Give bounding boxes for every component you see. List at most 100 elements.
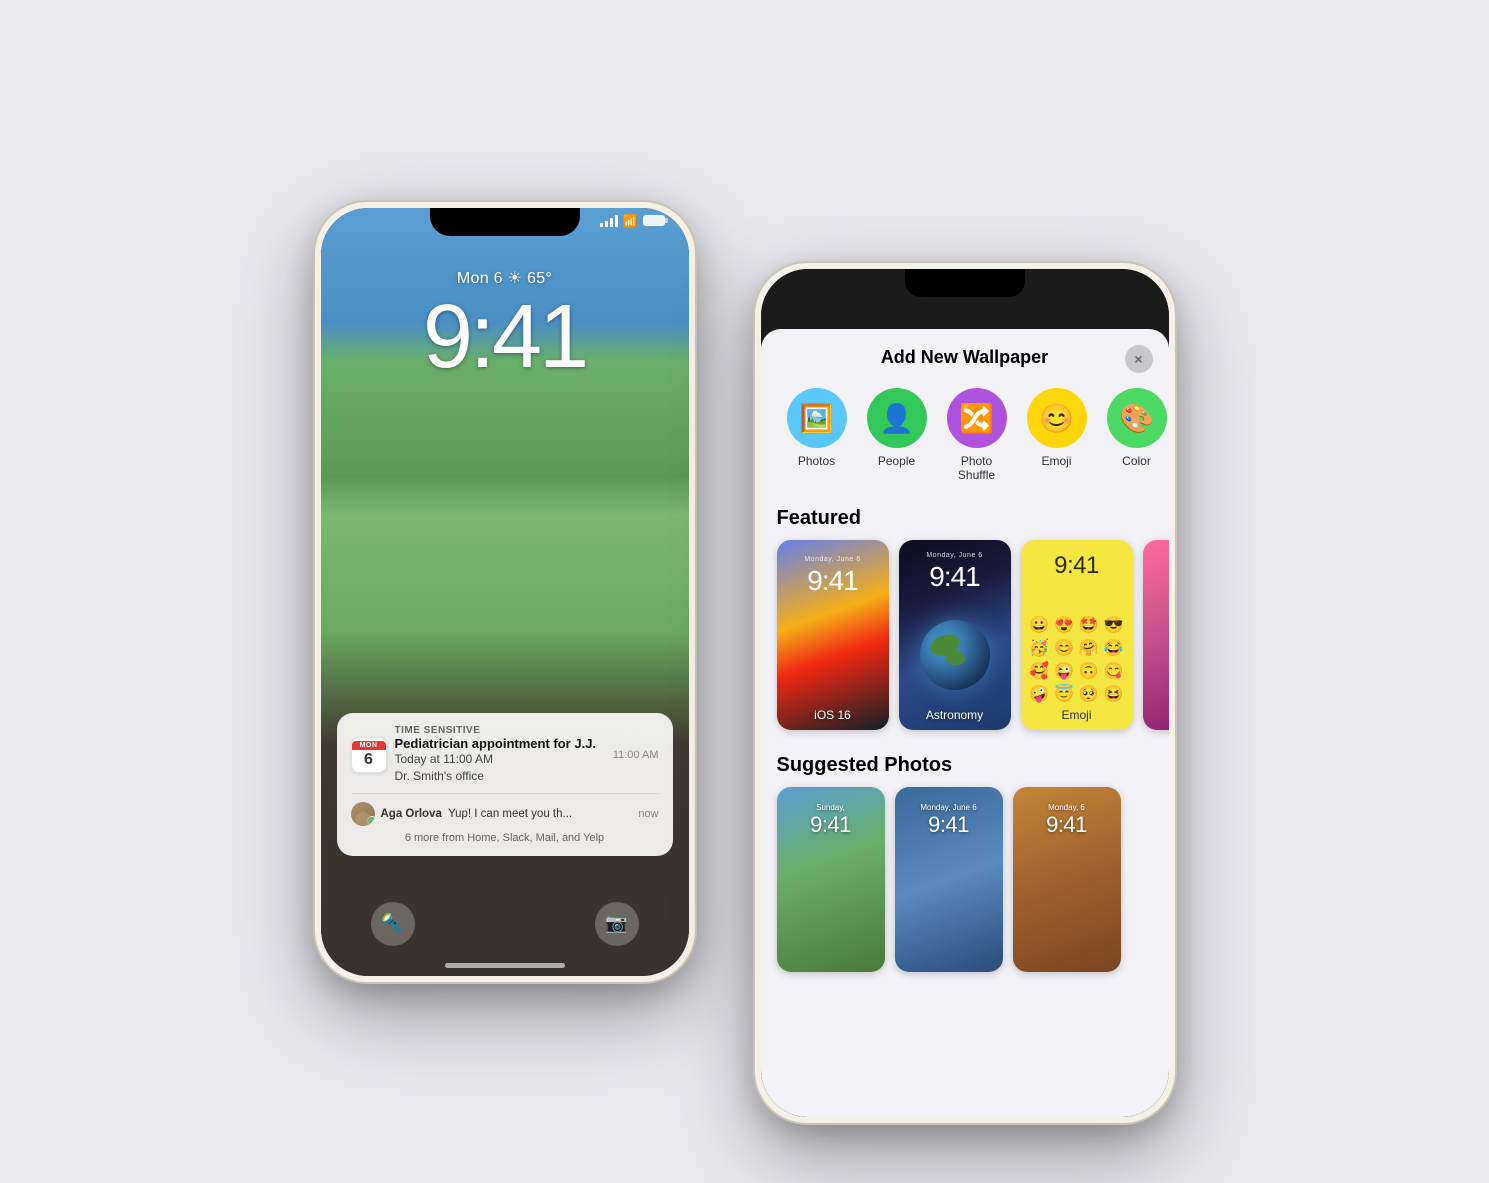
wallpaper-astronomy[interactable]: Monday, June 6 9:41 Astronomy [899, 540, 1011, 730]
lock-date: Mon 6 ☀ 65° [321, 268, 689, 288]
people-icon: 👤 [879, 402, 914, 435]
category-color[interactable]: 🎨 Color [1097, 388, 1169, 483]
suggested-1-time: Sunday, 9:41 [777, 803, 885, 838]
notif-event-title: Pediatrician appointment for J.J. [395, 736, 597, 751]
notif-event-detail1: Today at 11:00 AM [395, 751, 597, 768]
cal-month: MON [352, 741, 386, 750]
wifi-icon: 📶 [623, 214, 638, 228]
status-bar-left: 📶 [321, 214, 689, 228]
suggested-3-date: Monday, 6 [1013, 803, 1121, 812]
category-color-label: Color [1122, 454, 1151, 468]
photos-icon: 🖼️ [799, 402, 834, 435]
wallpaper-partial[interactable] [1143, 540, 1169, 730]
suggested-2[interactable]: Monday, June 6 9:41 [895, 787, 1003, 972]
suggested-3-bg: Monday, 6 9:41 [1013, 787, 1121, 972]
ios16-label: iOS 16 [777, 708, 889, 722]
notif-header: MON 6 TIME SENSITIVE Pediatrician appoin… [351, 725, 659, 785]
cal-day: 6 [364, 750, 373, 769]
featured-header: Featured [761, 499, 1169, 540]
scene: 📶 Mon 6 ☀ 65° 9:41 [0, 0, 1489, 1183]
emoji-bg: 9:41 😀 😍 🤩 😎 🥳 😊 🤗 😂 [1021, 540, 1133, 730]
featured-grid: Monday, June 6 9:41 iOS 16 Monday, June … [761, 540, 1169, 746]
astronomy-bg: Monday, June 6 9:41 [899, 540, 1011, 730]
lock-bottom-row: 🔦 📷 [321, 902, 689, 946]
wallpaper-sheet-header: Add New Wallpaper × [761, 329, 1169, 380]
suggested-1-bg: Sunday, 9:41 [777, 787, 885, 972]
emoji-time-overlay: 9:41 [1021, 552, 1133, 580]
earth-image [920, 620, 990, 690]
status-icons-left: 📶 [600, 214, 665, 228]
home-indicator-left [445, 963, 565, 968]
ios16-bg: Monday, June 6 9:41 [777, 540, 889, 730]
suggested-2-bg: Monday, June 6 9:41 [895, 787, 1003, 972]
notif-app-meta: TIME SENSITIVE Pediatrician appointment … [395, 725, 597, 785]
astronomy-label: Astronomy [899, 708, 1011, 722]
phone-right: Add New Wallpaper × 🖼️ Photos 👤 [755, 263, 1175, 1123]
notif-message-row: Aga Orlova Yup! I can meet you th... now [351, 793, 659, 826]
notif-event-time: 11:00 AM [613, 749, 659, 761]
category-photos-label: Photos [798, 454, 835, 468]
signal-icon [600, 215, 618, 227]
ios16-date: Monday, June 6 [777, 556, 889, 563]
notif-message-preview: Yup! I can meet you th... [448, 808, 572, 820]
shuffle-icon: 🔀 [959, 402, 994, 435]
camera-icon: 📷 [605, 913, 627, 934]
category-shuffle-label: PhotoShuffle [958, 454, 995, 483]
wallpaper-sheet-title: Add New Wallpaper [881, 347, 1048, 368]
astronomy-date: Monday, June 6 [899, 552, 1011, 559]
people-icon-circle: 👤 [867, 388, 927, 448]
suggested-3[interactable]: Monday, 6 9:41 [1013, 787, 1121, 972]
suggested-2-clock: 9:41 [895, 812, 1003, 838]
category-people[interactable]: 👤 People [857, 388, 937, 483]
lock-time: 9:41 [321, 292, 689, 382]
emoji-clock: 9:41 [1021, 552, 1133, 580]
category-emoji[interactable]: 😊 Emoji [1017, 388, 1097, 483]
suggested-header: Suggested Photos [761, 746, 1169, 787]
suggested-1-date: Sunday, [777, 803, 885, 812]
suggested-1-clock: 9:41 [777, 812, 885, 838]
phone-right-screen: Add New Wallpaper × 🖼️ Photos 👤 [761, 269, 1169, 1117]
notif-more-text: 6 more from Home, Slack, Mail, and Yelp [351, 832, 659, 844]
suggested-grid: Sunday, 9:41 Monday, June 6 9:41 [761, 787, 1169, 988]
phone-left: 📶 Mon 6 ☀ 65° 9:41 [315, 202, 695, 982]
photo-shuffle-icon-circle: 🔀 [947, 388, 1007, 448]
notif-message-time: now [638, 808, 658, 820]
emoji-grid: 😀 😍 🤩 😎 🥳 😊 🤗 😂 🥰 😜 🙃 [1021, 607, 1133, 712]
category-people-label: People [878, 454, 915, 468]
categories-row: 🖼️ Photos 👤 People 🔀 P [761, 380, 1169, 499]
suggested-3-time: Monday, 6 9:41 [1013, 803, 1121, 838]
photos-icon-circle: 🖼️ [787, 388, 847, 448]
category-photos[interactable]: 🖼️ Photos [777, 388, 857, 483]
lock-time-section: Mon 6 ☀ 65° 9:41 [321, 268, 689, 390]
category-photo-shuffle[interactable]: 🔀 PhotoShuffle [937, 388, 1017, 483]
notif-app-row: MON 6 TIME SENSITIVE Pediatrician appoin… [351, 725, 597, 785]
wallpaper-sheet[interactable]: Add New Wallpaper × 🖼️ Photos 👤 [761, 329, 1169, 1117]
category-emoji-label: Emoji [1041, 454, 1071, 468]
notif-sender: Aga Orlova [381, 808, 442, 820]
suggested-1[interactable]: Sunday, 9:41 [777, 787, 885, 972]
phone-left-screen: 📶 Mon 6 ☀ 65° 9:41 [321, 208, 689, 976]
notification-card: MON 6 TIME SENSITIVE Pediatrician appoin… [337, 713, 673, 856]
color-icon-circle: 🎨 [1107, 388, 1167, 448]
emoji-label: Emoji [1021, 708, 1133, 722]
wallpaper-emoji[interactable]: 9:41 😀 😍 🤩 😎 🥳 😊 🤗 😂 [1021, 540, 1133, 730]
avatar [351, 802, 375, 826]
battery-icon [643, 215, 665, 226]
close-button[interactable]: × [1125, 345, 1153, 373]
ios16-clock: 9:41 [777, 565, 889, 597]
suggested-3-clock: 9:41 [1013, 812, 1121, 838]
lock-screen-background: 📶 Mon 6 ☀ 65° 9:41 [321, 208, 689, 976]
wallpaper-ios16[interactable]: Monday, June 6 9:41 iOS 16 [777, 540, 889, 730]
notch-right [905, 269, 1025, 297]
astronomy-clock: 9:41 [899, 561, 1011, 593]
flashlight-button[interactable]: 🔦 [371, 902, 415, 946]
color-icon: 🎨 [1119, 402, 1154, 435]
flashlight-icon: 🔦 [381, 913, 403, 934]
notif-label: TIME SENSITIVE [395, 725, 597, 736]
calendar-icon: MON 6 [351, 737, 387, 773]
notif-event-detail2: Dr. Smith's office [395, 768, 597, 785]
camera-button[interactable]: 📷 [595, 902, 639, 946]
message-app-badge [367, 816, 375, 826]
suggested-2-time: Monday, June 6 9:41 [895, 803, 1003, 838]
notif-sender-and-message: Aga Orlova Yup! I can meet you th... [381, 808, 633, 820]
